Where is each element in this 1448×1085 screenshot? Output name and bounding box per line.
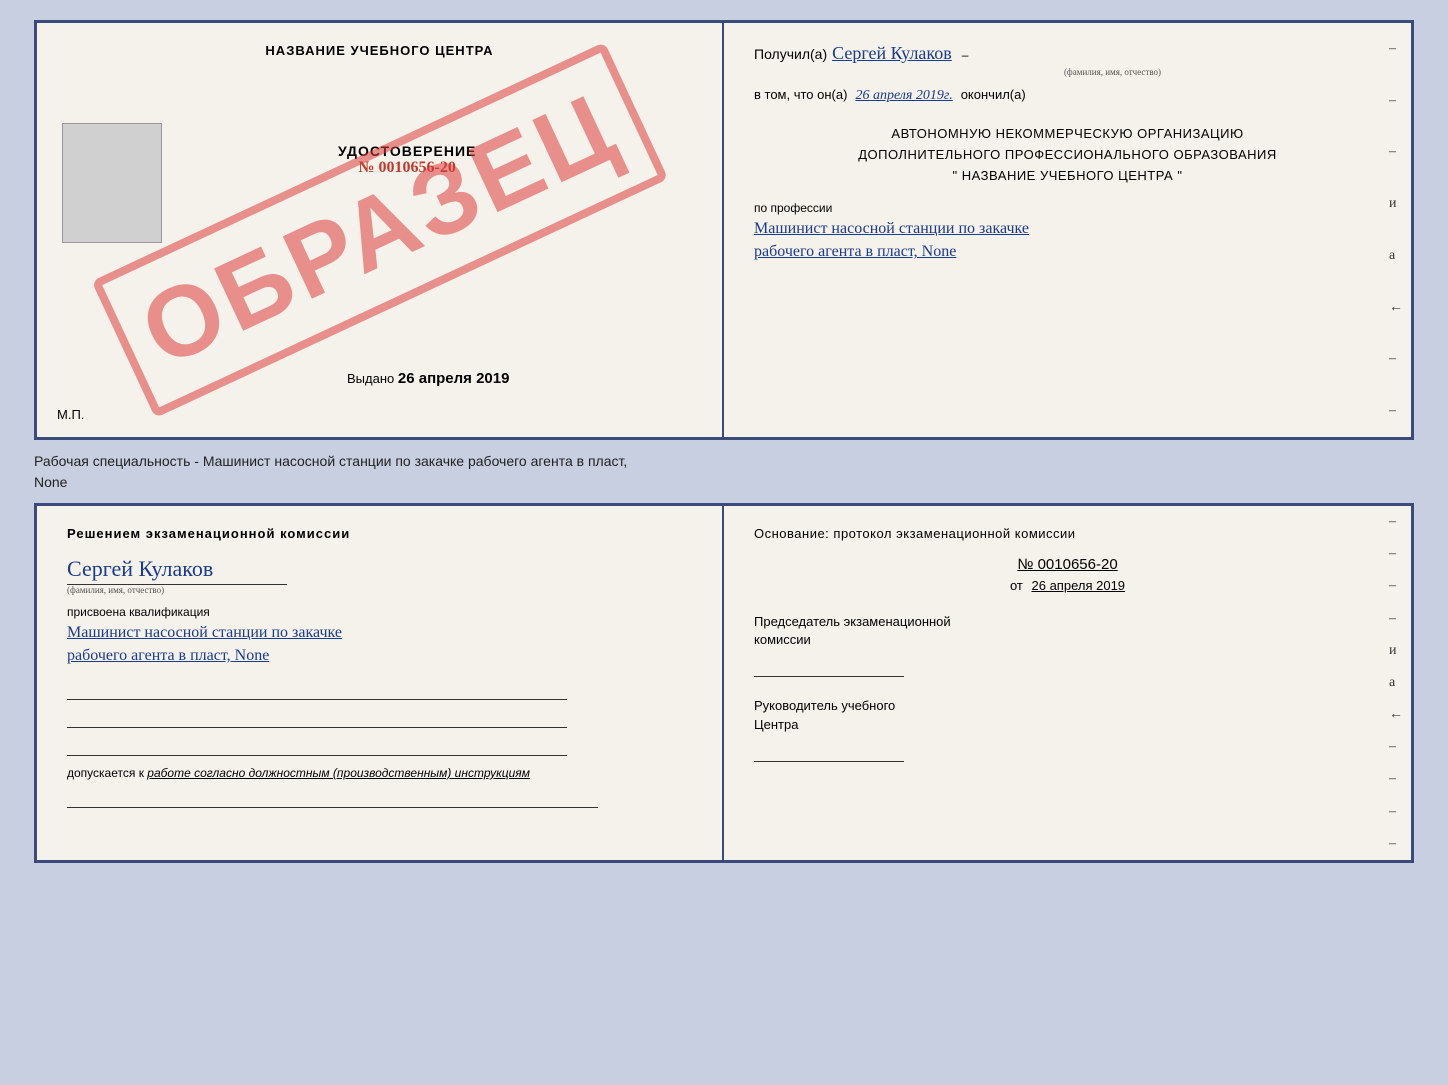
ot-date: от 26 апреля 2019: [754, 578, 1381, 593]
bottom-left-panel: Решением экзаменационной комиссии Сергей…: [37, 506, 724, 860]
name-sublabel-container: (фамилия, имя, отчество): [844, 67, 1381, 77]
sig-line-bottom: [67, 788, 598, 808]
sig-line-3: [67, 736, 567, 756]
допускается-italic: работе согласно должностным (производств…: [147, 766, 530, 780]
vudano-line: Выдано 26 апреля 2019: [347, 370, 509, 387]
name-sublabel: (фамилия, имя, отчество): [844, 67, 1381, 77]
qualification-line2: рабочего агента в пласт, None: [67, 647, 692, 665]
udostoverenie-title: УДОСТОВЕРЕНИЕ: [338, 143, 476, 159]
predsedatel-line2: комиссии: [754, 631, 1381, 649]
predsedatel-text: Председатель экзаменационной комиссии: [754, 613, 1381, 677]
caption-block: Рабочая специальность - Машинист насосно…: [34, 448, 1414, 495]
top-left-title: НАЗВАНИЕ УЧЕБНОГО ЦЕНТРА: [265, 43, 493, 58]
top-certificate: НАЗВАНИЕ УЧЕБНОГО ЦЕНТРА УДОСТОВЕРЕНИЕ №…: [34, 20, 1414, 440]
obrazets-stamp: ОБРАЗЕЦ: [91, 42, 668, 418]
caption-text-2: None: [34, 474, 1414, 490]
main-line2: ДОПОЛНИТЕЛЬНОГО ПРОФЕССИОНАЛЬНОГО ОБРАЗО…: [754, 145, 1381, 166]
received-line: Получил(а) Сергей Кулаков –: [754, 43, 1381, 64]
bottom-fio-label: (фамилия, имя, отчество): [67, 584, 287, 595]
date-value: 26 апреля 2019г.: [855, 88, 952, 104]
ot-date-value: 26 апреля 2019: [1032, 578, 1126, 593]
osnovaniye-text: Основание: протокол экзаменационной коми…: [754, 526, 1381, 541]
date-line: в том, что он(а) 26 апреля 2019г. окончи…: [754, 87, 1381, 104]
main-line3: " НАЗВАНИЕ УЧЕБНОГО ЦЕНТРА ": [754, 166, 1381, 187]
top-right-panel: Получил(а) Сергей Кулаков – (фамилия, им…: [724, 23, 1411, 437]
side-dashes-top: – – – и а ← – –: [1389, 23, 1403, 437]
sig-line-1: [67, 680, 567, 700]
rukovoditel-sig-line: [754, 742, 904, 762]
profession-line1: Машинист насосной станции по закачке: [754, 220, 1381, 238]
bottom-sig-lines: [67, 680, 692, 756]
photo-placeholder: [62, 123, 162, 243]
commission-title: Решением экзаменационной комиссии: [67, 526, 692, 541]
top-left-panel: НАЗВАНИЕ УЧЕБНОГО ЦЕНТРА УДОСТОВЕРЕНИЕ №…: [37, 23, 724, 437]
допускается-text: допускается к работе согласно должностны…: [67, 766, 692, 780]
qualification-line1: Машинист насосной станции по закачке: [67, 624, 692, 642]
udostoverenie-number: № 0010656-20: [338, 159, 476, 177]
date-prefix: в том, что он(а): [754, 87, 847, 102]
date-suffix: окончил(а): [961, 87, 1026, 102]
main-line1: АВТОНОМНУЮ НЕКОММЕРЧЕСКУЮ ОРГАНИЗАЦИЮ: [754, 124, 1381, 145]
person-name-large: Сергей Кулаков: [67, 556, 692, 582]
protocol-number: № 0010656-20: [754, 556, 1381, 573]
profession-label: по профессии: [754, 201, 1381, 215]
mp-line: М.П.: [57, 407, 84, 422]
vudano-label: Выдано: [347, 371, 394, 386]
side-dashes-bottom: – – – – и а ← – – – –: [1389, 506, 1403, 860]
caption-text-1: Рабочая специальность - Машинист насосно…: [34, 453, 1414, 469]
udostoverenie-block: УДОСТОВЕРЕНИЕ № 0010656-20: [338, 143, 476, 177]
profession-line2: рабочего агента в пласт, None: [754, 243, 1381, 261]
received-label: Получил(а): [754, 46, 827, 62]
received-name: Сергей Кулаков: [832, 43, 952, 64]
sig-line-2: [67, 708, 567, 728]
bottom-certificate: Решением экзаменационной комиссии Сергей…: [34, 503, 1414, 863]
assigned-text: присвоена квалификация: [67, 605, 692, 619]
main-text-block: АВТОНОМНУЮ НЕКОММЕРЧЕСКУЮ ОРГАНИЗАЦИЮ ДО…: [754, 124, 1381, 186]
ot-label: от: [1010, 578, 1023, 593]
rukovoditel-text: Руководитель учебного Центра: [754, 697, 1381, 761]
dash-sep: –: [962, 48, 969, 62]
rukovoditel-line1: Руководитель учебного: [754, 697, 1381, 715]
rukovoditel-line2: Центра: [754, 716, 1381, 734]
bottom-right-panel: Основание: протокол экзаменационной коми…: [724, 506, 1411, 860]
document-container: НАЗВАНИЕ УЧЕБНОГО ЦЕНТРА УДОСТОВЕРЕНИЕ №…: [34, 20, 1414, 863]
vudano-date: 26 апреля 2019: [398, 370, 510, 387]
predsedatel-line1: Председатель экзаменационной: [754, 613, 1381, 631]
predsedatel-sig-line: [754, 657, 904, 677]
допускается-prefix: допускается к: [67, 766, 144, 780]
